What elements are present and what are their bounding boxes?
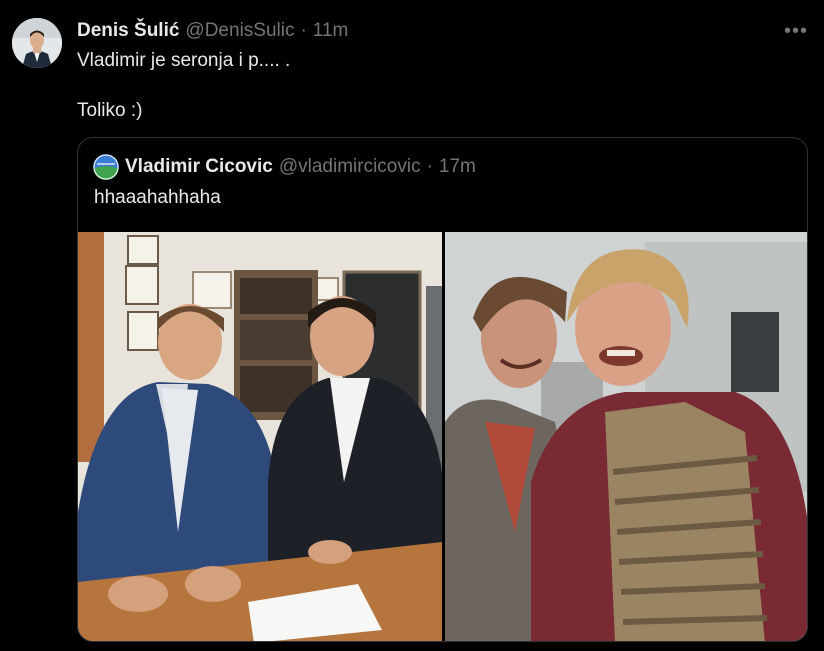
author-avatar-image — [12, 18, 62, 68]
media-photo-office[interactable] — [78, 232, 442, 641]
tweet-header: Denis Šulić @DenisSulic · 11m — [77, 20, 348, 42]
author-avatar[interactable] — [12, 18, 62, 68]
tweet-text-line — [77, 73, 290, 98]
tweet-body: Vladimir je seronja i p.... . Toliko :) — [77, 48, 290, 123]
office-photo-image — [78, 232, 442, 641]
movie-still-image — [445, 232, 807, 641]
quoted-tweet-text: hhaaahahhaha — [94, 187, 221, 208]
media-photo-movie-still[interactable] — [445, 232, 807, 641]
separator-dot: · — [300, 20, 307, 41]
quoted-tweet[interactable]: Vladimir Cicovic @vladimircicovic · 17m … — [77, 137, 808, 642]
quoted-author-handle[interactable]: @vladimircicovic — [279, 155, 421, 179]
separator-dot: · — [426, 156, 433, 177]
tweet-text-line: Vladimir je seronja i p.... . — [77, 50, 291, 71]
quoted-author-name[interactable]: Vladimir Cicovic — [125, 155, 273, 179]
quoted-author-avatar[interactable] — [93, 154, 119, 180]
quoted-media-grid — [78, 232, 807, 641]
more-options-icon[interactable]: ••• — [784, 20, 808, 42]
tweet-timestamp[interactable]: 11m — [313, 20, 349, 42]
author-name[interactable]: Denis Šulić — [77, 20, 179, 42]
quoted-tweet-timestamp[interactable]: 17m — [439, 155, 476, 179]
quoted-avatar-image — [93, 154, 119, 180]
tweet-text-line: Toliko :) — [77, 100, 143, 121]
author-handle[interactable]: @DenisSulic — [185, 20, 294, 42]
quoted-tweet-header: Vladimir Cicovic @vladimircicovic · 17m — [93, 154, 476, 180]
